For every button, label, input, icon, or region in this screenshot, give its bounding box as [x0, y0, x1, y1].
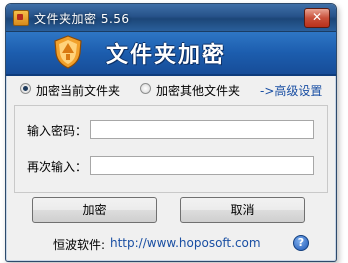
- banner-title: 文件夹加密: [106, 43, 227, 68]
- close-button[interactable]: ✕: [304, 8, 330, 28]
- website-link[interactable]: http://www.hoposoft.com: [110, 236, 261, 250]
- encrypt-other-label[interactable]: 加密其他文件夹: [156, 82, 240, 99]
- help-icon[interactable]: ?: [293, 235, 309, 251]
- advanced-settings-link[interactable]: ->高级设置: [260, 82, 322, 99]
- password-field[interactable]: [90, 120, 314, 139]
- cancel-button[interactable]: 取消: [180, 197, 305, 223]
- close-icon: ✕: [311, 10, 323, 24]
- encrypt-other-radio[interactable]: [140, 83, 151, 94]
- footer-label: 恒波软件:: [53, 238, 106, 252]
- app-icon: [13, 10, 29, 26]
- encrypt-current-radio[interactable]: [20, 83, 31, 94]
- title-bar[interactable]: 文件夹加密 5.56 ✕: [6, 4, 336, 32]
- password-label: 输入密码：: [27, 124, 88, 138]
- confirm-password-label: 再次输入：: [27, 160, 88, 174]
- header-banner: 文件夹加密: [6, 32, 336, 76]
- window-title: 文件夹加密 5.56: [34, 12, 130, 26]
- confirm-password-field[interactable]: [90, 156, 314, 175]
- shield-icon: [54, 35, 82, 69]
- password-panel: 输入密码： 再次输入：: [14, 105, 328, 193]
- encrypt-current-label[interactable]: 加密当前文件夹: [36, 82, 120, 99]
- encrypt-button[interactable]: 加密: [32, 197, 157, 223]
- options-row: 加密当前文件夹 加密其他文件夹 ->高级设置: [6, 80, 336, 100]
- app-window: 文件夹加密 5.56 ✕ 文件夹加密 加密当前文件夹 加密其他文件夹 ->高级设…: [5, 3, 337, 262]
